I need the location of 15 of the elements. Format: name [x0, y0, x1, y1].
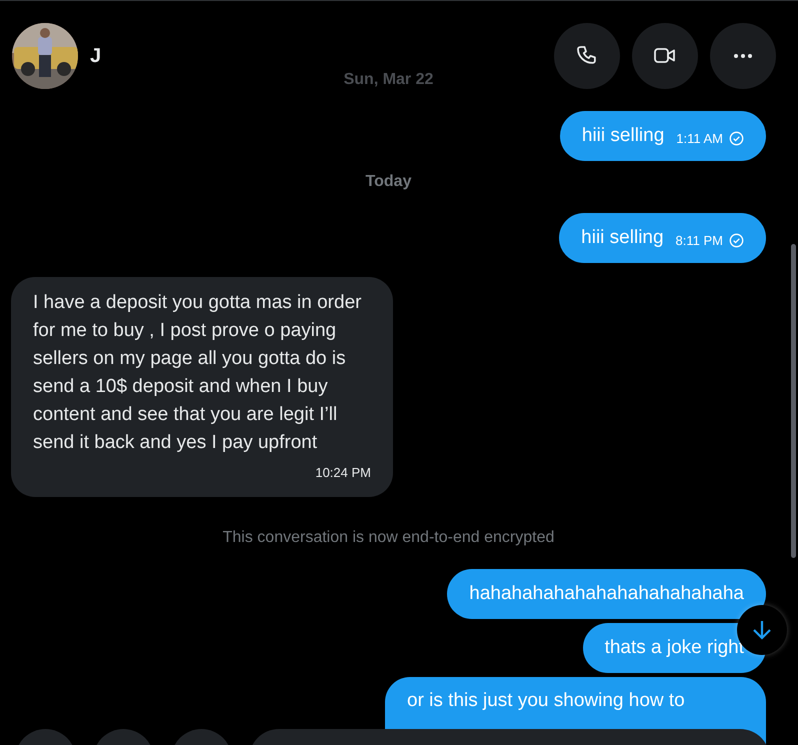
date-separator: Today	[366, 173, 412, 191]
sent-message: hiii selling 1:11 AM	[560, 111, 766, 161]
scrollbar[interactable]	[791, 244, 796, 558]
sent-message: hiii selling 8:11 PM	[559, 213, 766, 263]
sent-message: thats a joke right	[582, 623, 766, 673]
contact-name: J	[90, 45, 102, 68]
encryption-notice: This conversation is now end-to-end encrypted	[222, 529, 554, 547]
sent-message: hahahahahahahahahahahahaha	[447, 569, 766, 619]
arrow-down-icon	[752, 619, 772, 641]
message-time: 8:11 PM	[676, 232, 723, 248]
received-message: I have a deposit you gotta mas in order for me to buy , I post prove o paying sellers on my page all you gotta do is send a 10$ deposit and when I buy content and see that you are legit I’ll send it back and yes I pay upfront 10:24 PM	[11, 277, 393, 497]
more-icon	[734, 54, 752, 58]
message-time: 1:11 AM	[676, 130, 723, 146]
date-separator: Sun, Mar 22	[344, 71, 434, 89]
message-time: 10:24 PM	[315, 464, 371, 482]
